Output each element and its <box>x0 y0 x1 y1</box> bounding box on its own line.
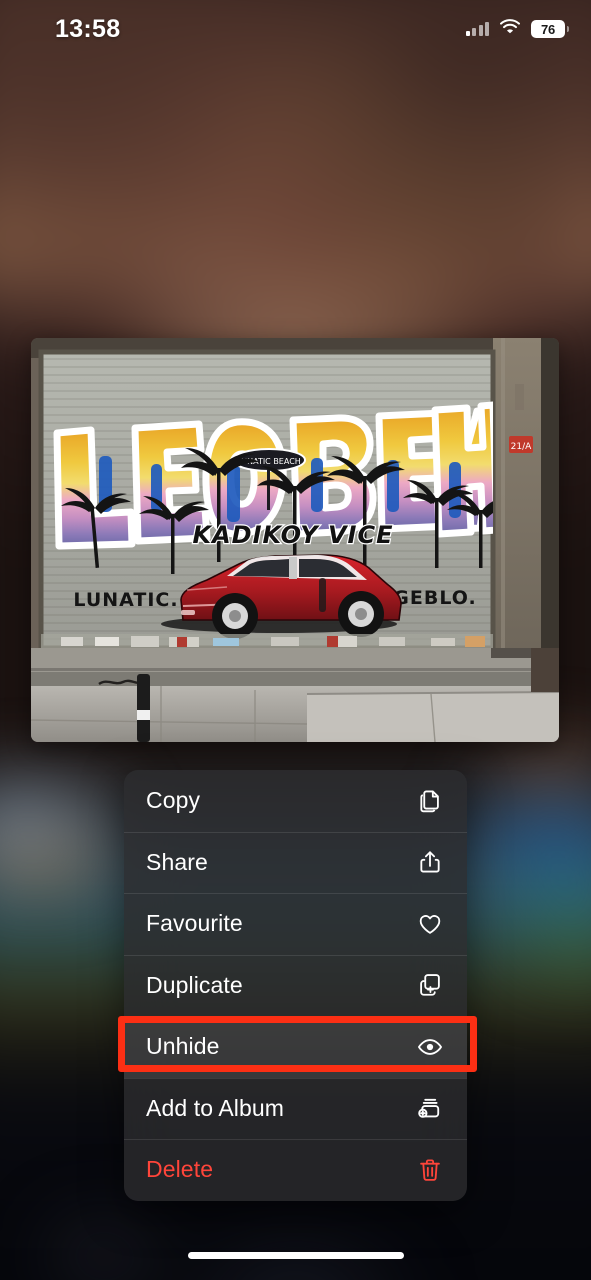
share-icon <box>415 847 445 877</box>
menu-item-delete[interactable]: Delete <box>124 1139 467 1201</box>
menu-item-copy-label: Copy <box>146 787 201 814</box>
menu-item-favourite[interactable]: Favourite <box>124 893 467 955</box>
status-bar-indicators: 76 <box>465 19 569 39</box>
cellular-signal-icon <box>465 22 489 36</box>
menu-item-add-to-album-label: Add to Album <box>146 1094 285 1121</box>
menu-item-duplicate[interactable]: Duplicate <box>124 954 467 1017</box>
svg-text:21/A: 21/A <box>511 442 532 452</box>
duplicate-icon <box>415 970 445 1000</box>
wifi-icon <box>500 19 520 39</box>
svg-text:GEBLO.: GEBLO. <box>393 587 476 609</box>
svg-text:KADIKOY VICE: KADIKOY VICE <box>193 521 394 549</box>
photo-preview[interactable]: 21/A LUNATIC BEACH KADIKOY VICE LUNATIC.… <box>31 338 559 742</box>
home-indicator[interactable] <box>187 1252 404 1259</box>
eye-icon <box>415 1032 445 1062</box>
menu-item-add-to-album[interactable]: Add to Album <box>124 1077 467 1140</box>
copy-icon <box>415 786 445 816</box>
menu-item-share-label: Share <box>146 848 208 875</box>
phone-screen: 13:58 76 21/A LUNATIC BEACH KADIKOY VICE… <box>0 0 591 1280</box>
menu-item-unhide-label: Unhide <box>146 1033 220 1060</box>
add-to-album-icon <box>415 1093 445 1123</box>
battery-icon: 76 <box>531 20 569 38</box>
menu-item-duplicate-label: Duplicate <box>146 971 243 998</box>
trash-icon <box>415 1155 445 1185</box>
svg-text:LUNATIC.: LUNATIC. <box>73 589 178 611</box>
menu-item-unhide[interactable]: Unhide <box>124 1016 467 1078</box>
photo-context-menu[interactable]: Copy Share Favourite Duplicate Unhide Ad… <box>124 770 467 1201</box>
battery-level-label: 76 <box>540 21 556 37</box>
graffiti-photo-illustration: 21/A LUNATIC BEACH KADIKOY VICE LUNATIC.… <box>31 338 559 742</box>
heart-icon <box>415 909 445 939</box>
menu-item-copy[interactable]: Copy <box>124 770 467 832</box>
status-bar: 13:58 76 <box>0 0 591 58</box>
status-bar-clock: 13:58 <box>55 14 121 43</box>
menu-item-delete-label: Delete <box>146 1156 214 1183</box>
menu-item-favourite-label: Favourite <box>146 910 243 937</box>
menu-item-share[interactable]: Share <box>124 831 467 894</box>
